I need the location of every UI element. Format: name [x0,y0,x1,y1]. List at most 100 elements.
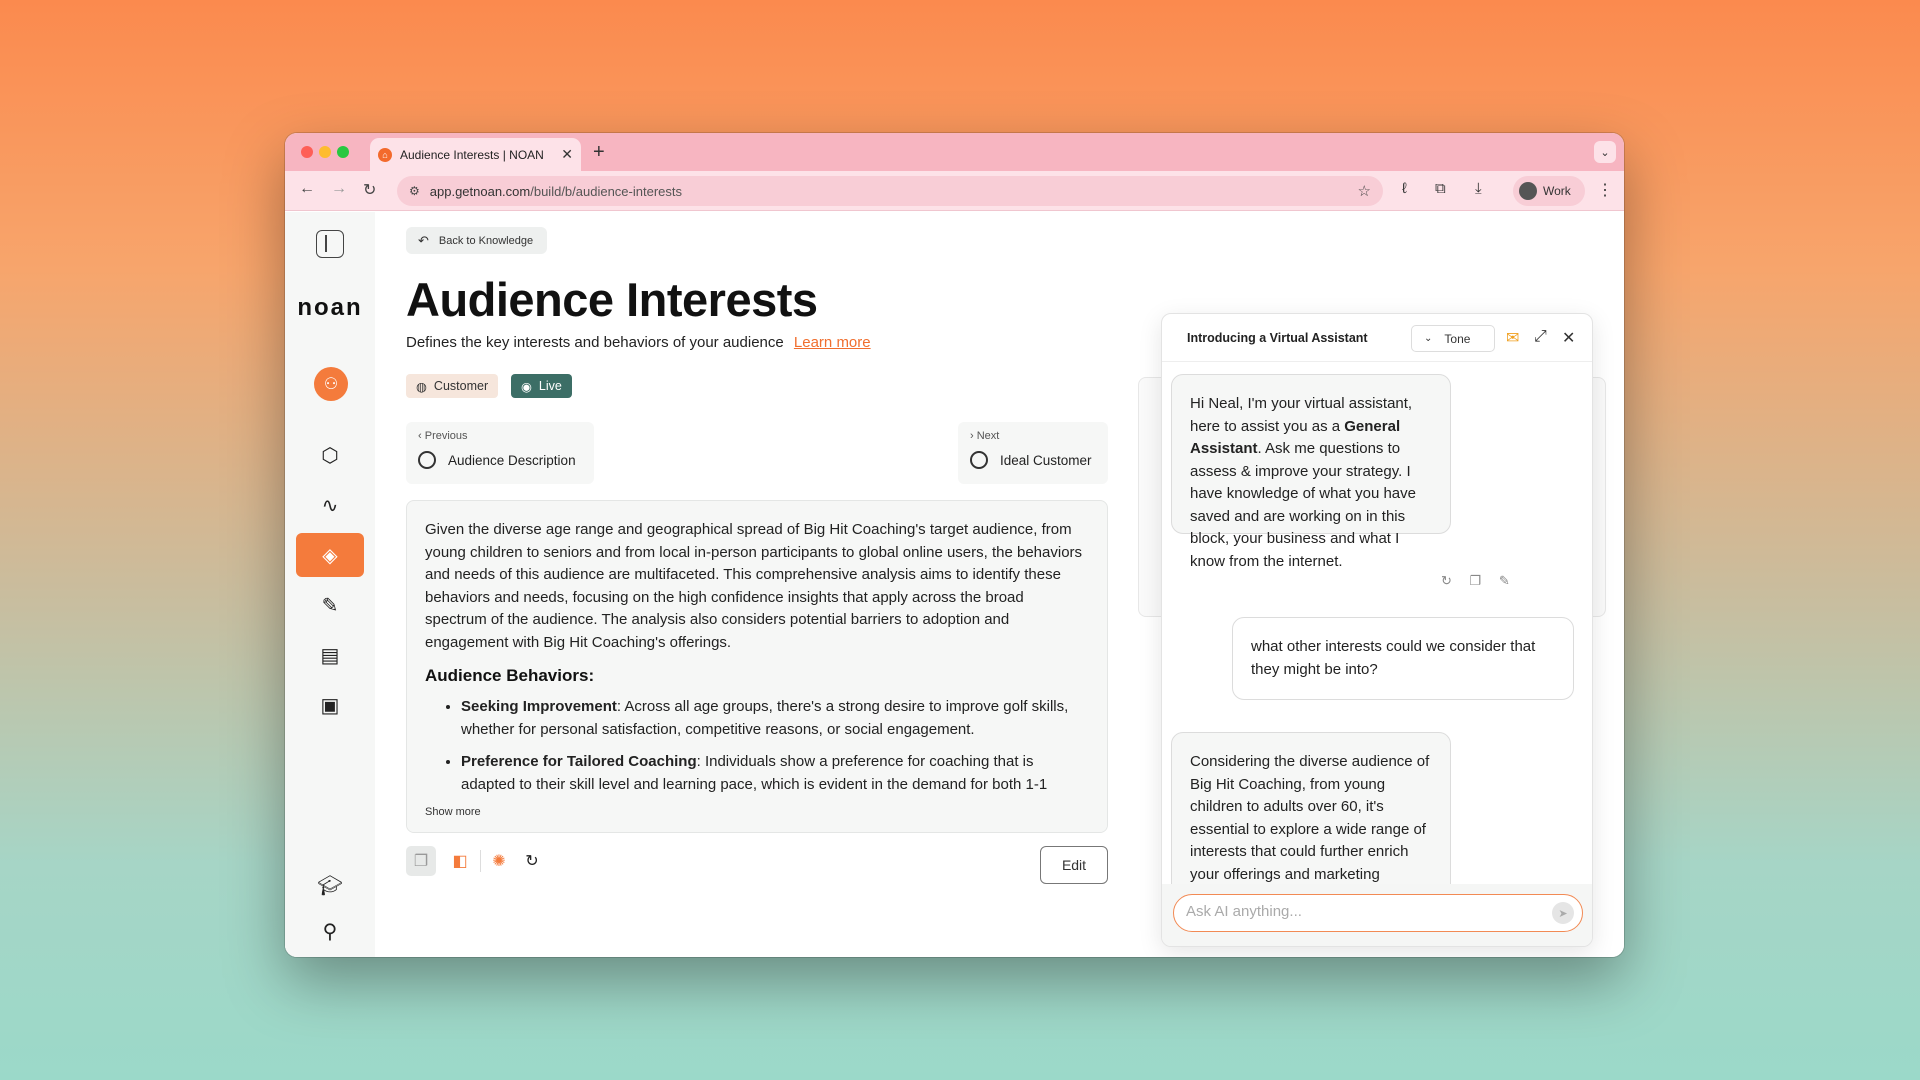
tab-search-button[interactable]: ⌄ [1594,141,1616,163]
new-tab-button[interactable]: + [593,141,605,164]
sidebar-item-account[interactable]: ⚲ [296,909,364,953]
tab-title: Audience Interests | NOAN [400,147,544,162]
close-icon[interactable]: ✕ [1562,328,1575,348]
learn-more-link[interactable]: Learn more [794,334,871,351]
user-message: what other interests could we consider t… [1232,617,1574,700]
duplicate-icon[interactable]: ◧ [445,846,475,876]
contacts-icon: ▣ [320,694,340,717]
tab-strip: ⌂ Audience Interests | NOAN ✕ + ⌄ [285,133,1624,171]
noan-favicon-icon: ⌂ [378,147,392,162]
url-path: /build/b/audience-interests [530,183,682,199]
browser-window: ⌂ Audience Interests | NOAN ✕ + ⌄ ← → ↻ … [285,133,1624,957]
book-icon: ▤ [320,644,340,667]
forward-arrow-icon[interactable]: → [331,180,347,198]
profile-label: Work [1543,184,1571,198]
profile-button[interactable]: Work [1513,176,1585,206]
previous-block-link[interactable]: ‹ Previous Audience Description [406,422,594,484]
insert-icon[interactable]: ✎ [1499,573,1510,588]
copy-message-icon[interactable]: ❐ [1470,573,1482,588]
tone-dropdown[interactable]: ⌄ Tone [1411,325,1495,352]
sidebar-item-create[interactable]: ✎ [296,583,364,627]
back-arrow-icon: ↶ [418,232,429,248]
chevron-left-icon: ‹ [418,430,425,442]
sidebar-item-learn[interactable]: 🎓︎ [296,863,364,907]
activity-pulse-icon: ∿ [321,494,339,517]
noan-logo: noan [297,294,363,321]
subtitle-text: Defines the key interests and behaviors … [406,334,784,351]
customer-chip[interactable]: ◍ Customer [406,374,499,398]
url-host: app.getnoan.com [429,183,531,199]
next-name-row: Ideal Customer [970,451,1096,469]
previous-name-row: Audience Description [418,451,582,469]
regenerate-icon[interactable]: ↻ [1441,573,1452,588]
sidebar-item-activity[interactable]: ∿ [296,483,364,527]
bullet-title: Preference for Tailored Coaching [461,753,697,770]
reload-icon[interactable]: ↻ [363,180,376,200]
chat-input-box: ➤ [1173,894,1583,932]
sidebar-item-settings[interactable]: ⬡ [296,433,364,477]
sidebar-item-library[interactable]: ▤ [296,633,364,677]
sidebar: noan ⚇ ⬡ ∿ ◈ ✎ ▤ ▣ 🎓︎ ⚲ [285,212,375,957]
behaviors-list: Seeking Improvement: Across all age grou… [425,696,1089,796]
refresh-icon[interactable]: ↻ [517,846,547,876]
profile-avatar [1519,182,1537,200]
back-to-knowledge-button[interactable]: ↶ Back to Knowledge [406,227,548,254]
customer-icon: ◍ [416,379,427,394]
ai-generate-icon[interactable]: ✺ [484,846,514,876]
next-label: › Next [970,430,1000,442]
app-area: noan ⚇ ⬡ ∿ ◈ ✎ ▤ ▣ 🎓︎ ⚲ ↶ Back to Knowle… [285,212,1624,957]
check-circle-icon: ◉ [521,379,532,394]
list-item: Seeking Improvement: Across all age grou… [461,696,1089,741]
show-more-link[interactable]: Show more [425,806,481,818]
chat-input-area: ➤ [1162,884,1592,946]
audience-icon [970,451,988,469]
assistant-message: Hi Neal, I'm your virtual assistant, her… [1171,374,1451,570]
sidebar-toggle-icon[interactable] [316,230,344,258]
bookmark-star-icon[interactable]: ☆ [1358,182,1371,200]
browser-tab[interactable]: ⌂ Audience Interests | NOAN ✕ [370,138,581,171]
message-text: . Ask me questions to assess & improve y… [1190,440,1416,570]
extensions-puzzle-icon[interactable]: ⧉ [1435,180,1446,197]
user-icon: ⚲ [322,920,338,943]
next-name: Ideal Customer [1000,452,1092,468]
pencil-icon: ✎ [321,594,339,617]
previous-name: Audience Description [448,452,576,468]
browser-toolbar: ← → ↻ ⚙ app.getnoan.com/build/b/audience… [285,171,1624,211]
sidebar-item-knowledge[interactable]: ◈ [296,533,364,577]
live-chip-label: Live [538,379,562,393]
send-icon[interactable]: ➤ [1552,902,1574,924]
ask-ai-input[interactable] [1186,903,1526,920]
new-chat-icon[interactable]: ✉ [1506,328,1519,348]
back-arrow-icon[interactable]: ← [299,180,315,198]
browser-menu-icon[interactable]: ⋮ [1597,180,1613,200]
next-block-link[interactable]: › Next Ideal Customer [958,422,1108,484]
edit-button[interactable]: Edit [1040,846,1108,884]
customer-chip-label: Customer [433,379,489,393]
workspace-avatar[interactable]: ⚇ [314,367,348,401]
content-card: Given the diverse age range and geograph… [406,500,1108,833]
live-status-chip[interactable]: ◉ Live [511,374,572,398]
maximize-window-button[interactable] [337,146,349,158]
sidebar-item-contacts[interactable]: ▣ [296,683,364,727]
site-settings-icon[interactable]: ⚙ [409,184,420,198]
divider [480,850,481,872]
message-tools: ↻ ❐ ✎ [1441,573,1524,589]
assistant-message: Considering the diverse audience of Big … [1171,732,1451,902]
address-bar[interactable]: ⚙ app.getnoan.com/build/b/audience-inter… [397,176,1383,206]
copy-icon[interactable]: ❐ [406,846,436,876]
extension-icon[interactable]: ℓ [1402,180,1407,197]
graduation-cap-icon: 🎓︎ [317,874,343,897]
expand-icon[interactable]: ⤢ [1534,328,1547,346]
chat-header: Introducing a Virtual Assistant ⌄ Tone ✉… [1162,314,1592,362]
tone-label: Tone [1444,331,1471,346]
back-label: Back to Knowledge [438,234,534,247]
previous-label: ‹ Previous [418,430,468,442]
list-item: Preference for Tailored Coaching: Indivi… [461,751,1089,796]
layers-icon: ◈ [322,544,338,567]
minimize-window-button[interactable] [319,146,331,158]
download-icon[interactable]: ⤓ [1475,180,1482,197]
fade-cover [407,792,1107,832]
close-window-button[interactable] [301,146,313,158]
audience-icon [418,451,436,469]
tab-close-icon[interactable]: ✕ [561,146,573,163]
